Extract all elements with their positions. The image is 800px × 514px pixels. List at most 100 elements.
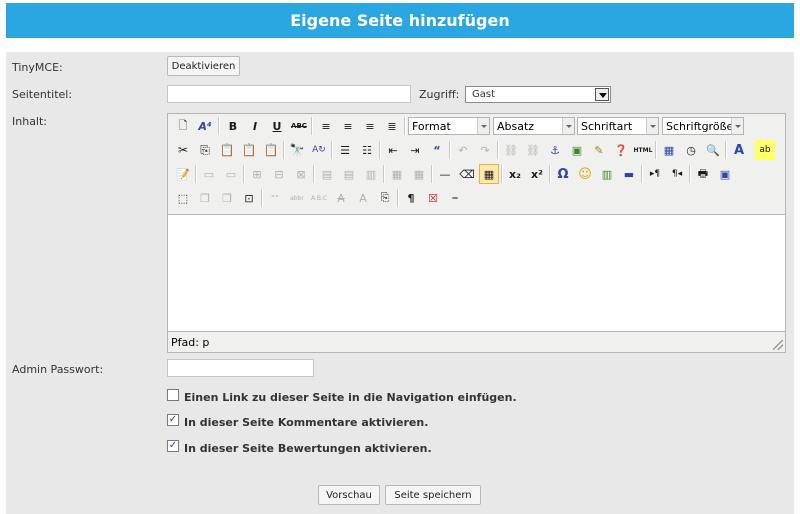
layer-icon[interactable]: ⬚	[173, 188, 193, 208]
font-color-icon[interactable]: A	[729, 140, 749, 160]
table-row-icon[interactable]: ▭	[199, 164, 219, 184]
undo-icon[interactable]: ↶	[453, 140, 473, 160]
smiley-icon[interactable]: ☺	[575, 164, 595, 184]
ltr-icon[interactable]: ▸¶	[645, 164, 665, 184]
pilcrow-icon[interactable]: ¶	[401, 188, 421, 208]
paste-text-icon[interactable]: 📋	[239, 140, 259, 160]
del-icon[interactable]: A	[331, 188, 351, 208]
paragraph-dropdown[interactable]: Absatz	[493, 117, 575, 135]
hr-icon[interactable]: —	[435, 164, 455, 184]
table-cols-icon[interactable]: ▦	[409, 164, 429, 184]
chevron-down-icon[interactable]	[646, 118, 658, 134]
chevron-down-icon[interactable]	[562, 118, 574, 134]
chevron-down-icon[interactable]	[477, 118, 489, 134]
underline-icon[interactable]: U	[267, 116, 287, 136]
toolbar-separator	[261, 189, 263, 207]
move-backward-icon[interactable]: ❐	[217, 188, 237, 208]
absolute-icon[interactable]: ⊡	[239, 188, 259, 208]
media-icon[interactable]: ▥	[597, 164, 617, 184]
bold-icon[interactable]: B	[223, 116, 243, 136]
nav-link-checkbox[interactable]	[167, 389, 179, 401]
editor-path: Pfad: p	[171, 336, 210, 349]
paste-word-icon[interactable]: 📋	[261, 140, 281, 160]
justify-icon[interactable]: ≣	[382, 116, 402, 136]
acronym-icon[interactable]: A.B.C	[309, 188, 329, 208]
attribs-icon[interactable]: ⎘	[375, 188, 395, 208]
paste-icon[interactable]: 📋	[217, 140, 237, 160]
cite-icon[interactable]: “”	[265, 188, 285, 208]
bullet-list-icon[interactable]: ☰	[335, 140, 355, 160]
print-icon[interactable]: 🖶	[693, 164, 713, 184]
outdent-icon[interactable]: ⇤	[383, 140, 403, 160]
row-props-icon[interactable]: ▤	[339, 164, 359, 184]
cell-props-icon[interactable]: ▤	[317, 164, 337, 184]
omega-icon[interactable]: Ω	[553, 164, 573, 184]
pagebreak-icon[interactable]: ⎯	[445, 188, 465, 208]
indent-icon[interactable]: ⇥	[405, 140, 425, 160]
table-delete-icon[interactable]: ⊠	[291, 164, 311, 184]
toolbar-separator	[501, 165, 503, 183]
align-center-icon[interactable]: ≡	[338, 116, 358, 136]
redo-icon[interactable]: ↷	[475, 140, 495, 160]
font-size-dropdown[interactable]: Schriftgröße	[662, 117, 744, 135]
font-family-dropdown-value: Schriftart	[581, 120, 633, 133]
format-dropdown[interactable]: Format	[408, 117, 490, 135]
align-left-icon[interactable]: ≡	[316, 116, 336, 136]
title-input[interactable]	[167, 85, 411, 103]
editor-content-area[interactable]	[168, 214, 785, 332]
date-icon[interactable]: ▦	[659, 140, 679, 160]
table-rows-icon[interactable]: ▦	[387, 164, 407, 184]
preview-button[interactable]: Vorschau	[318, 485, 380, 505]
html-icon[interactable]: HTML	[633, 140, 653, 160]
abbr-icon[interactable]: abbr	[287, 188, 307, 208]
chevron-down-icon[interactable]	[595, 88, 609, 101]
col-props-icon[interactable]: ▥	[361, 164, 381, 184]
italic-icon[interactable]: I	[245, 116, 265, 136]
replace-icon[interactable]: A↻	[309, 140, 329, 160]
blockquote-icon[interactable]: “	[427, 140, 447, 160]
toolbar-separator	[195, 165, 197, 183]
anchor-icon[interactable]: ⚓	[545, 140, 565, 160]
resize-handle-icon[interactable]	[773, 340, 783, 350]
copy-icon[interactable]: ⎘	[195, 140, 215, 160]
superscript-icon[interactable]: x²	[527, 164, 547, 184]
ratings-label: In dieser Seite Bewertungen aktivieren.	[184, 442, 432, 455]
password-input[interactable]	[167, 359, 314, 377]
image-icon[interactable]: ▣	[567, 140, 587, 160]
subscript-icon[interactable]: x₂	[505, 164, 525, 184]
ratings-checkbox[interactable]: ✓	[167, 440, 179, 452]
table-icon[interactable]: ▦	[479, 164, 499, 184]
unlink-icon[interactable]: ⛓	[523, 140, 543, 160]
help-icon[interactable]: ❓	[611, 140, 631, 160]
line-icon[interactable]: ▬	[619, 164, 639, 184]
table-merge-icon[interactable]: ⊟	[269, 164, 289, 184]
styles-icon[interactable]: A⁴	[195, 116, 215, 136]
cleanup-icon[interactable]: ✎	[589, 140, 609, 160]
comments-checkbox[interactable]: ✓	[167, 414, 179, 426]
font-family-dropdown[interactable]: Schriftart	[577, 117, 659, 135]
edit-icon[interactable]: 📝	[173, 164, 193, 184]
time-icon[interactable]: ◷	[681, 140, 701, 160]
save-page-button[interactable]: Seite speichern	[385, 485, 481, 505]
table-split-icon[interactable]: ⊞	[247, 164, 267, 184]
fullscreen-icon[interactable]: ▣	[715, 164, 735, 184]
highlight-icon[interactable]: ab	[755, 140, 775, 160]
chevron-down-icon[interactable]	[731, 118, 743, 134]
cut-icon[interactable]: ✂	[173, 140, 193, 160]
find-icon[interactable]: 🔭	[287, 140, 307, 160]
ins-icon[interactable]: A	[353, 188, 373, 208]
access-select[interactable]: Gast	[465, 86, 611, 103]
nonbreaking-icon[interactable]: ☒	[423, 188, 443, 208]
rtl-icon[interactable]: ¶◂	[667, 164, 687, 184]
deactivate-tinymce-button[interactable]: Deaktivieren	[167, 56, 240, 76]
access-label: Zugriff:	[419, 88, 460, 101]
link-icon[interactable]: ⛓	[501, 140, 521, 160]
align-right-icon[interactable]: ≡	[360, 116, 380, 136]
preview-icon[interactable]: 🔍	[703, 140, 723, 160]
eraser-icon[interactable]: ⌫	[457, 164, 477, 184]
move-forward-icon[interactable]: ❐	[195, 188, 215, 208]
new-document-icon[interactable]: 🗋	[173, 116, 193, 136]
strikethrough-icon[interactable]: ABC	[289, 116, 309, 136]
table-col-icon[interactable]: ▭	[221, 164, 241, 184]
numbered-list-icon[interactable]: ☷	[357, 140, 377, 160]
